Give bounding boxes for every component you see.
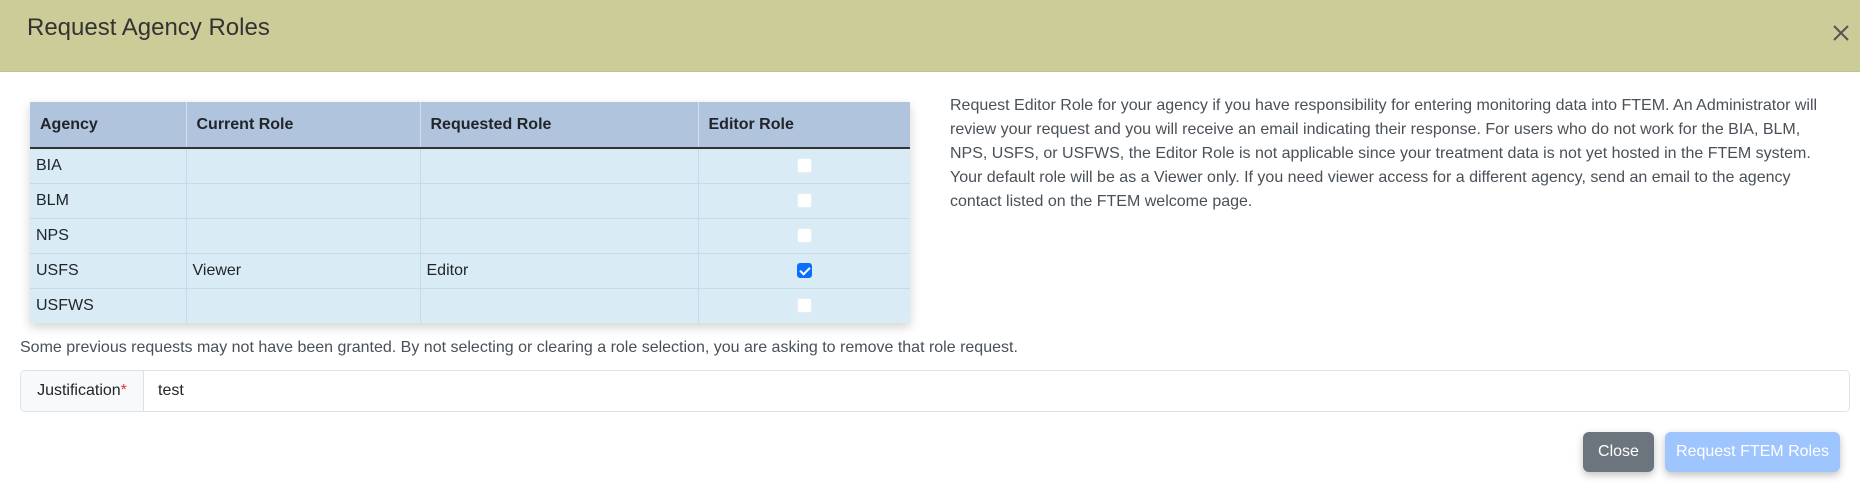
table-row: BIA	[30, 148, 910, 183]
agency-cell: BIA	[30, 148, 187, 183]
requested-role-cell: Editor	[420, 252, 699, 288]
table-row: NPS	[30, 217, 910, 253]
agency-cell: USFS	[30, 252, 187, 288]
modal-title: Request Agency Roles	[27, 14, 270, 41]
editor-role-cell	[698, 182, 910, 218]
justification-group: Justification *	[20, 370, 1850, 412]
agency-roles-table: Agency Current Role Requested Role Edito…	[30, 102, 910, 323]
editor-role-checkbox[interactable]	[796, 298, 812, 314]
current-role-cell	[186, 182, 421, 218]
agency-cell: USFWS	[30, 287, 187, 323]
role-request-note: Some previous requests may not have been…	[20, 339, 1018, 356]
required-marker: *	[120, 382, 127, 399]
requested-role-cell	[420, 182, 699, 218]
justification-input[interactable]	[144, 371, 1849, 411]
editor-role-info-text: Request Editor Role for your agency if y…	[950, 97, 1818, 210]
requested-role-cell	[420, 287, 699, 323]
modal-header: Request Agency Roles	[0, 0, 1860, 72]
editor-role-checkbox[interactable]	[796, 192, 812, 208]
agency-cell: BLM	[30, 182, 187, 218]
editor-role-cell	[698, 287, 910, 323]
column-header-agency: Agency	[30, 102, 187, 149]
current-role-cell: Viewer	[186, 252, 421, 288]
current-role-cell	[186, 287, 421, 323]
editor-role-checkbox[interactable]	[796, 227, 812, 243]
editor-role-cell	[698, 217, 910, 253]
table-row: USFS Viewer Editor	[30, 252, 910, 288]
table-row: USFWS	[30, 287, 910, 323]
request-ftem-roles-button[interactable]: Request FTEM Roles	[1665, 432, 1840, 472]
close-icon[interactable]	[1830, 22, 1852, 44]
justification-label-text: Justification	[37, 382, 121, 399]
agency-cell: NPS	[30, 217, 187, 253]
editor-role-checkbox[interactable]	[796, 158, 812, 174]
current-role-cell	[186, 148, 421, 183]
editor-role-checkbox[interactable]	[796, 262, 812, 278]
close-button[interactable]: Close	[1583, 432, 1654, 472]
column-header-requested-role: Requested Role	[420, 102, 699, 149]
editor-role-cell	[698, 252, 910, 288]
table-header-row: Agency Current Role Requested Role Edito…	[30, 102, 910, 149]
requested-role-cell	[420, 148, 699, 183]
requested-role-cell	[420, 217, 699, 253]
current-role-cell	[186, 217, 421, 253]
justification-label: Justification *	[21, 371, 144, 411]
column-header-editor-role: Editor Role	[698, 102, 910, 149]
editor-role-cell	[698, 148, 910, 183]
table-row: BLM	[30, 182, 910, 218]
column-header-current-role: Current Role	[186, 102, 421, 149]
